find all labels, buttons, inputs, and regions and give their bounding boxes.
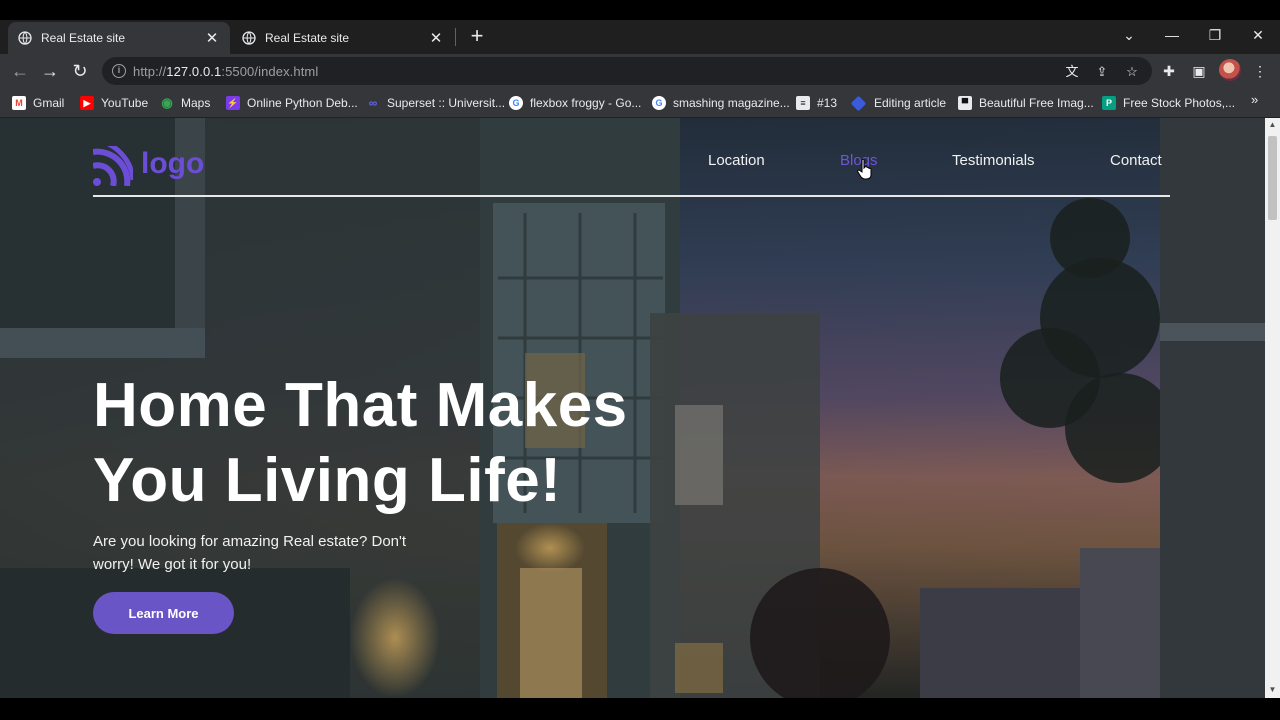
nav-testimonials[interactable]: Testimonials [952, 152, 1035, 169]
bookmark-online-python[interactable]: ⚡ Online Python Deb... [226, 94, 358, 112]
share-icon[interactable]: ⇪ [1094, 64, 1110, 80]
globe-icon [242, 31, 256, 45]
pexels-icon: P [1102, 96, 1116, 110]
hero-title-line1: Home That Makes [93, 371, 628, 440]
tab-title: Real Estate site [41, 31, 126, 45]
close-tab-icon[interactable]: ✕ [204, 30, 220, 47]
gmail-icon: M [12, 96, 26, 110]
globe-icon [18, 31, 32, 45]
hero-subtitle: Are you looking for amazing Real estate?… [93, 533, 407, 573]
bookmark-gmail[interactable]: M Gmail [12, 94, 64, 112]
scroll-down-icon[interactable]: ▼ [1268, 685, 1277, 694]
translate-icon[interactable]: 文 [1064, 64, 1080, 80]
scroll-up-icon[interactable]: ▲ [1268, 120, 1277, 129]
url-text[interactable]: http://127.0.0.1:5500/index.html [133, 64, 318, 79]
hero-title-line2: You Living Life! [93, 446, 562, 515]
browser-tab[interactable]: Real Estate site ✕ [232, 22, 454, 54]
more-bookmarks-icon[interactable]: » [1251, 92, 1258, 107]
minimize-icon[interactable]: — [1160, 24, 1184, 46]
bookmark-pexels[interactable]: P Free Stock Photos,... [1102, 94, 1235, 112]
scrollbar-thumb[interactable] [1268, 136, 1277, 220]
bookmark-flexbox-froggy[interactable]: Gflexbox froggy - Go... [509, 94, 641, 112]
site-info-icon[interactable]: i [112, 64, 126, 78]
tab-strip: Real Estate site ✕ Real Estate site ✕ [0, 20, 1280, 54]
page-viewport: logo Location Blogs Testimonials Contact… [0, 118, 1265, 698]
maps-icon: ◉ [161, 95, 173, 110]
page-scrollbar[interactable]: ▲ ▼ [1265, 118, 1280, 698]
nav-location[interactable]: Location [708, 152, 765, 169]
learn-more-button[interactable]: Learn More [93, 592, 234, 634]
close-window-icon[interactable]: ✕ [1246, 24, 1270, 46]
logo-icon [93, 146, 133, 186]
menu-icon[interactable]: ⋮ [1251, 62, 1269, 80]
address-bar[interactable]: i http://127.0.0.1:5500/index.html 文 ⇪ ☆ [102, 57, 1152, 85]
nav-divider [93, 195, 1170, 197]
browser-toolbar: ← → ↻ i http://127.0.0.1:5500/index.html… [0, 54, 1280, 88]
bookmark-smashing[interactable]: Gsmashing magazine... [652, 94, 790, 112]
restore-icon[interactable]: ❐ [1203, 24, 1227, 46]
page-icon: ≡ [796, 96, 810, 110]
unsplash-icon: ▀ [958, 96, 972, 110]
new-tab-icon[interactable]: + [466, 25, 488, 48]
bookmark-13[interactable]: ≡ #13 [796, 94, 837, 112]
nav-contact[interactable]: Contact [1110, 152, 1162, 169]
tab-divider [455, 28, 456, 46]
browser-tab-active[interactable]: Real Estate site ✕ [8, 22, 230, 54]
extensions-icon[interactable]: ✚ [1160, 62, 1178, 80]
forward-icon[interactable]: → [39, 60, 61, 82]
close-tab-icon[interactable]: ✕ [428, 30, 444, 47]
back-icon[interactable]: ← [9, 60, 31, 82]
screen: Real Estate site ✕ Real Estate site ✕ + … [0, 0, 1280, 720]
logo-text: logo [141, 147, 205, 180]
bookmark-editing-article[interactable]: Editing article [850, 94, 946, 112]
bookmark-star-icon[interactable]: ☆ [1124, 64, 1140, 80]
bottom-edge [0, 698, 1280, 720]
tab-search-icon[interactable]: ⌄ [1117, 24, 1141, 46]
profile-avatar[interactable] [1219, 59, 1241, 81]
superset-icon: ∞ [368, 96, 378, 110]
youtube-icon: ▶ [80, 96, 94, 110]
editing-icon [850, 95, 867, 111]
bookmark-youtube[interactable]: ▶ YouTube [80, 94, 148, 112]
site-logo[interactable]: logo [93, 146, 204, 186]
google-icon: G [509, 96, 523, 110]
bookmark-maps[interactable]: ◉ Maps [160, 94, 210, 112]
google-icon: G [652, 96, 666, 110]
hero-title: Home That Makes You Living Life! [93, 368, 733, 518]
side-panel-icon[interactable]: ▣ [1190, 62, 1208, 80]
reload-icon[interactable]: ↻ [69, 60, 91, 82]
bookmark-unsplash[interactable]: ▀ Beautiful Free Imag... [958, 94, 1094, 112]
hand-cursor-icon [857, 158, 872, 180]
tab-title: Real Estate site [265, 31, 350, 45]
bookmark-superset[interactable]: ∞ Superset :: Universit... [366, 94, 505, 112]
bolt-icon: ⚡ [226, 96, 240, 110]
